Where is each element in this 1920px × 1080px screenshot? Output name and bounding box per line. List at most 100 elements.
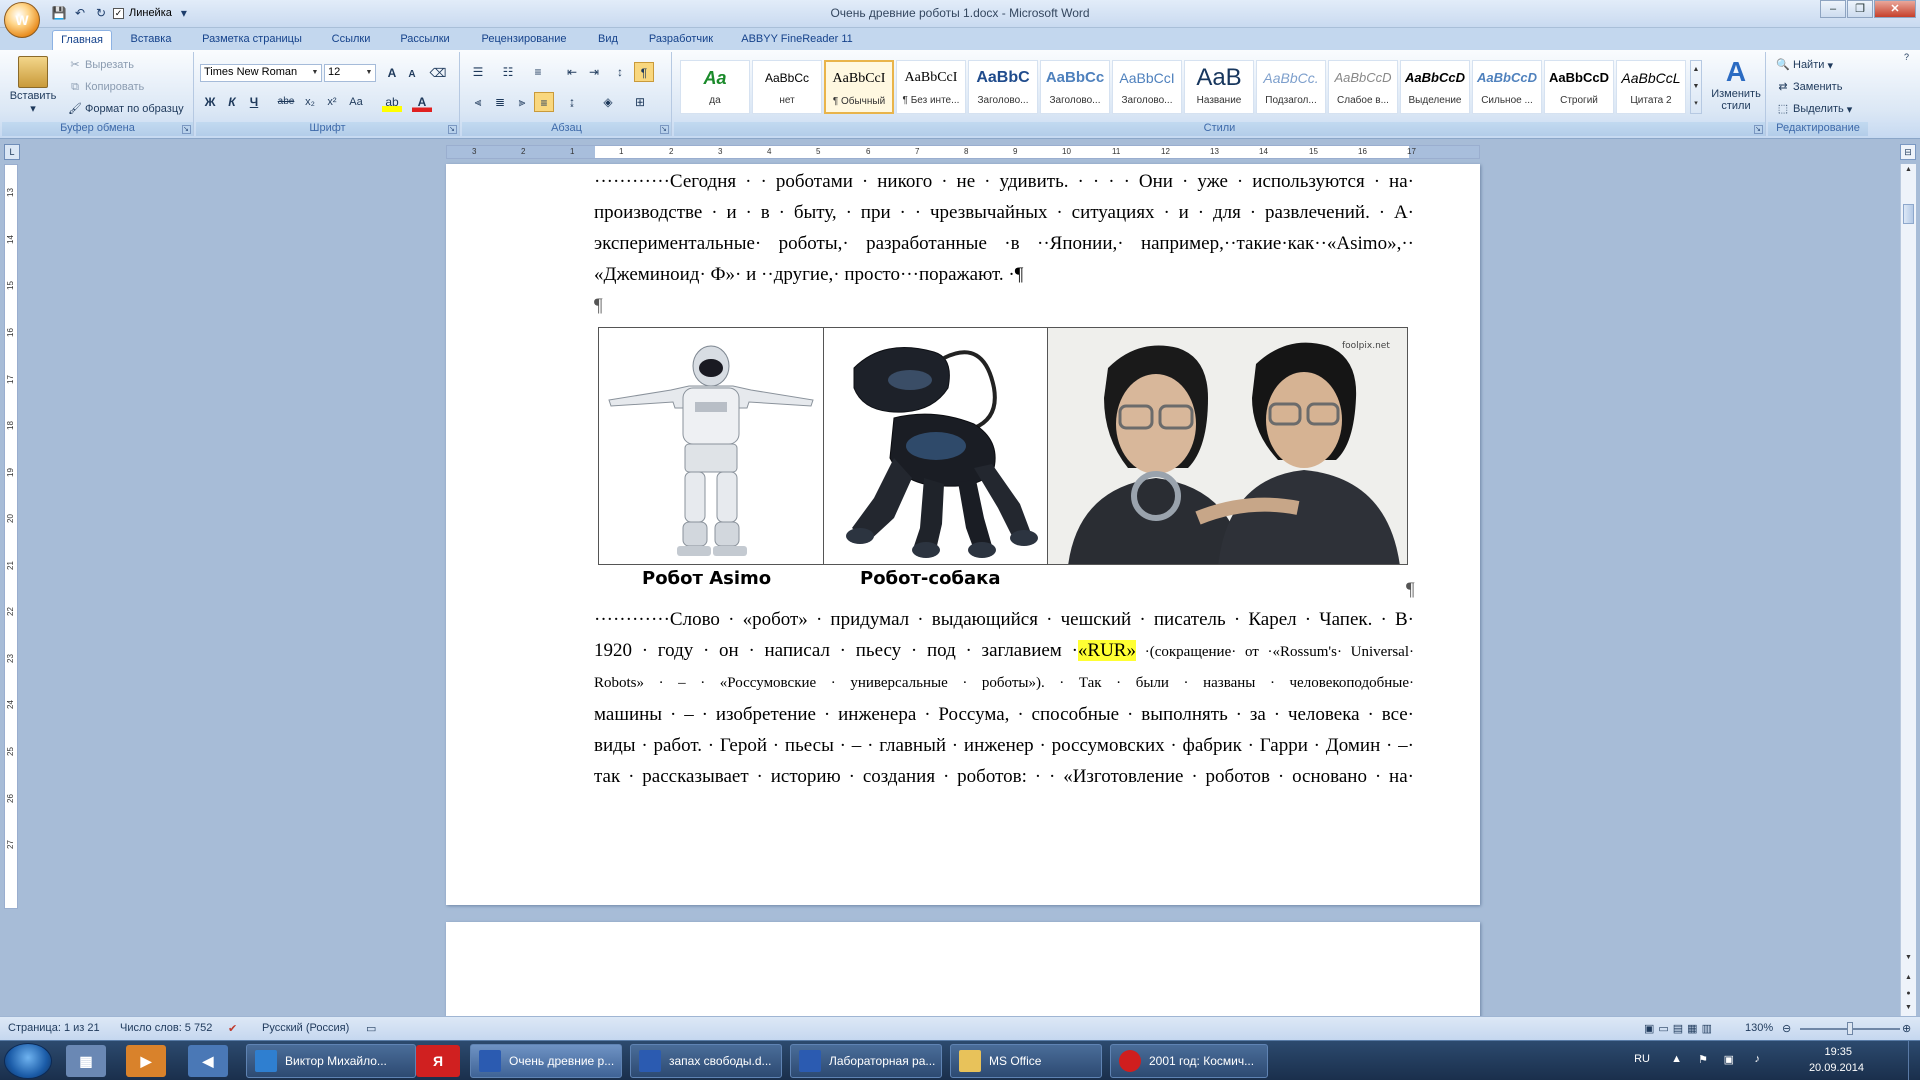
style-net[interactable]: AaBbCc нет	[752, 60, 822, 114]
bold-button[interactable]: Ж	[200, 92, 220, 112]
volume-app-icon[interactable]: ◀	[188, 1045, 228, 1077]
paste-button[interactable]: Вставить ▾	[10, 56, 56, 115]
tab-references[interactable]: Ссылки	[322, 30, 380, 50]
task-button[interactable]: запах свободы.d...	[630, 1044, 782, 1078]
italic-button[interactable]: К	[222, 92, 242, 112]
volume-icon[interactable]: ♪	[1755, 1053, 1761, 1065]
vertical-ruler[interactable]: 13 14 15 16 17 18 19 20 21 22 23 24 25 26 27	[4, 164, 18, 909]
clock-time[interactable]: 19:35	[1824, 1046, 1852, 1058]
grow-font-button[interactable]: A	[382, 63, 402, 83]
tab-insert[interactable]: Вставка	[120, 30, 182, 50]
paragraph-2[interactable]: ············Слово · «робот» · придумал ·…	[594, 604, 1414, 792]
geminoid-photo-image[interactable]: foolpix.net	[1047, 328, 1407, 564]
dialog-launcher-icon[interactable]: ↘	[182, 125, 191, 134]
bullets-icon[interactable]: ☰	[468, 62, 488, 82]
dialog-launcher-icon[interactable]: ↘	[448, 125, 457, 134]
macro-icon[interactable]: ▭	[366, 1022, 376, 1035]
style-heading-2[interactable]: AaBbCc Заголово...	[1040, 60, 1110, 114]
view-buttons[interactable]: ▣▭▤▦▥	[1644, 1022, 1716, 1035]
clear-format-icon[interactable]: ⌫	[428, 63, 448, 83]
sort-icon[interactable]: ↕	[610, 62, 630, 82]
increase-indent-icon[interactable]: ⇥	[584, 62, 604, 82]
find-button[interactable]: 🔍 Найти ▾	[1776, 58, 1833, 72]
line-spacing-icon[interactable]: ↨	[562, 92, 582, 112]
superscript-button[interactable]: x²	[322, 92, 342, 112]
browse-object-icon[interactable]: ●	[1903, 990, 1914, 1002]
subscript-button[interactable]: x₂	[300, 92, 320, 112]
tab-view[interactable]: Вид	[588, 30, 628, 50]
replace-button[interactable]: ⇄ Заменить	[1776, 80, 1842, 94]
align-right-icon[interactable]: ⫸	[512, 92, 532, 112]
font-color-button[interactable]: A	[412, 92, 432, 112]
office-button[interactable]: W	[4, 2, 40, 38]
show-marks-button[interactable]: ¶	[634, 62, 654, 82]
tab-developer[interactable]: Разработчик	[638, 30, 724, 50]
proofing-icon[interactable]: ✔	[228, 1022, 237, 1035]
asimo-robot-image[interactable]	[599, 328, 825, 564]
tab-page-layout[interactable]: Разметка страницы	[192, 30, 312, 50]
zoom-slider-thumb[interactable]	[1847, 1022, 1853, 1035]
help-icon[interactable]: ?	[1904, 52, 1916, 64]
tab-review[interactable]: Рецензирование	[470, 30, 578, 50]
style-heading-1[interactable]: AaBbC Заголово...	[968, 60, 1038, 114]
dialog-launcher-icon[interactable]: ↘	[1754, 125, 1763, 134]
style-strong[interactable]: AaBbCcD Строгий	[1544, 60, 1614, 114]
align-center-icon[interactable]: ≣	[490, 92, 510, 112]
zoom-out-icon[interactable]: ⊖	[1782, 1022, 1791, 1035]
underline-button[interactable]: Ч	[244, 92, 264, 112]
flag-icon[interactable]: ⚑	[1698, 1053, 1708, 1066]
shading-icon[interactable]: ◈	[598, 92, 618, 112]
font-name-select[interactable]: Times New Roman ▼	[200, 64, 322, 82]
decrease-indent-icon[interactable]: ⇤	[562, 62, 582, 82]
prev-page-icon[interactable]: ▲	[1903, 974, 1914, 986]
font-size-select[interactable]: 12 ▼	[324, 64, 376, 82]
tab-home[interactable]: Главная	[52, 30, 112, 50]
borders-icon[interactable]: ⊞	[630, 92, 650, 112]
select-button[interactable]: ⬚ Выделить ▾	[1776, 102, 1853, 116]
paragraph-1[interactable]: ············Сегодня · · роботами · никог…	[594, 166, 1414, 290]
start-button[interactable]	[4, 1043, 52, 1079]
scroll-up-icon[interactable]: ▲	[1903, 166, 1914, 178]
zoom-level[interactable]: 130%	[1745, 1022, 1773, 1034]
calculator-icon[interactable]: ▦	[66, 1045, 106, 1077]
dialog-launcher-icon[interactable]: ↘	[660, 125, 669, 134]
style-heading-3[interactable]: AaBbCcI Заголово...	[1112, 60, 1182, 114]
numbering-icon[interactable]: ☷	[498, 62, 518, 82]
styles-scroll[interactable]: ▲ ▼ ▾	[1690, 60, 1702, 114]
cut-button[interactable]: ✂ Вырезать	[68, 58, 134, 72]
minimize-button[interactable]: –	[1820, 0, 1846, 18]
scroll-thumb[interactable]	[1903, 204, 1914, 224]
highlight-icon[interactable]: ab	[382, 92, 402, 112]
style-da[interactable]: Aa да	[680, 60, 750, 114]
tray-expand-icon[interactable]: ▲	[1671, 1053, 1682, 1065]
copy-button[interactable]: ⧉ Копировать	[68, 80, 144, 94]
language-indicator-tray[interactable]: RU	[1634, 1053, 1650, 1065]
style-subtle-emphasis[interactable]: AaBbCcD Слабое в...	[1328, 60, 1398, 114]
tab-selector-icon[interactable]: L	[4, 144, 20, 160]
format-painter-button[interactable]: 🖌 Формат по образцу	[68, 102, 184, 116]
task-button[interactable]: Виктор Михайло...	[246, 1044, 416, 1078]
style-no-spacing[interactable]: AaBbCcI ¶ Без инте...	[896, 60, 966, 114]
close-button[interactable]: ✕	[1874, 0, 1916, 18]
style-title[interactable]: AaB Название	[1184, 60, 1254, 114]
change-styles-button[interactable]: A Изменить стили	[1708, 56, 1764, 112]
align-left-icon[interactable]: ⫷	[468, 92, 488, 112]
language-indicator[interactable]: Русский (Россия)	[262, 1022, 349, 1034]
horizontal-ruler[interactable]: 3 2 1 1 2 3 4 5 6 7 8 9 10 11 12 13 14 15 16 17	[446, 145, 1480, 159]
robot-dog-image[interactable]	[824, 328, 1048, 564]
task-button-active[interactable]: Очень древние р...	[470, 1044, 622, 1078]
justify-icon[interactable]: ≡	[534, 92, 554, 112]
next-page-icon[interactable]: ▼	[1903, 1004, 1914, 1016]
media-player-icon[interactable]: ▶	[126, 1045, 166, 1077]
tab-mailings[interactable]: Рассылки	[390, 30, 460, 50]
style-normal[interactable]: AaBbCcI ¶ Обычный	[824, 60, 894, 114]
zoom-in-icon[interactable]: ⊕	[1902, 1022, 1911, 1035]
network-icon[interactable]: ▣	[1724, 1053, 1734, 1066]
restore-button[interactable]: ❐	[1847, 0, 1873, 18]
style-subtitle[interactable]: AaBbCc. Подзагол...	[1256, 60, 1326, 114]
style-quote-2[interactable]: AaBbCcL Цитата 2	[1616, 60, 1686, 114]
vertical-scrollbar[interactable]: ▲ ▼ ▲ ● ▼	[1900, 164, 1916, 1022]
multilevel-list-icon[interactable]: ≡	[528, 62, 548, 82]
word-count[interactable]: Число слов: 5 752	[120, 1022, 212, 1034]
task-button[interactable]: MS Office	[950, 1044, 1102, 1078]
